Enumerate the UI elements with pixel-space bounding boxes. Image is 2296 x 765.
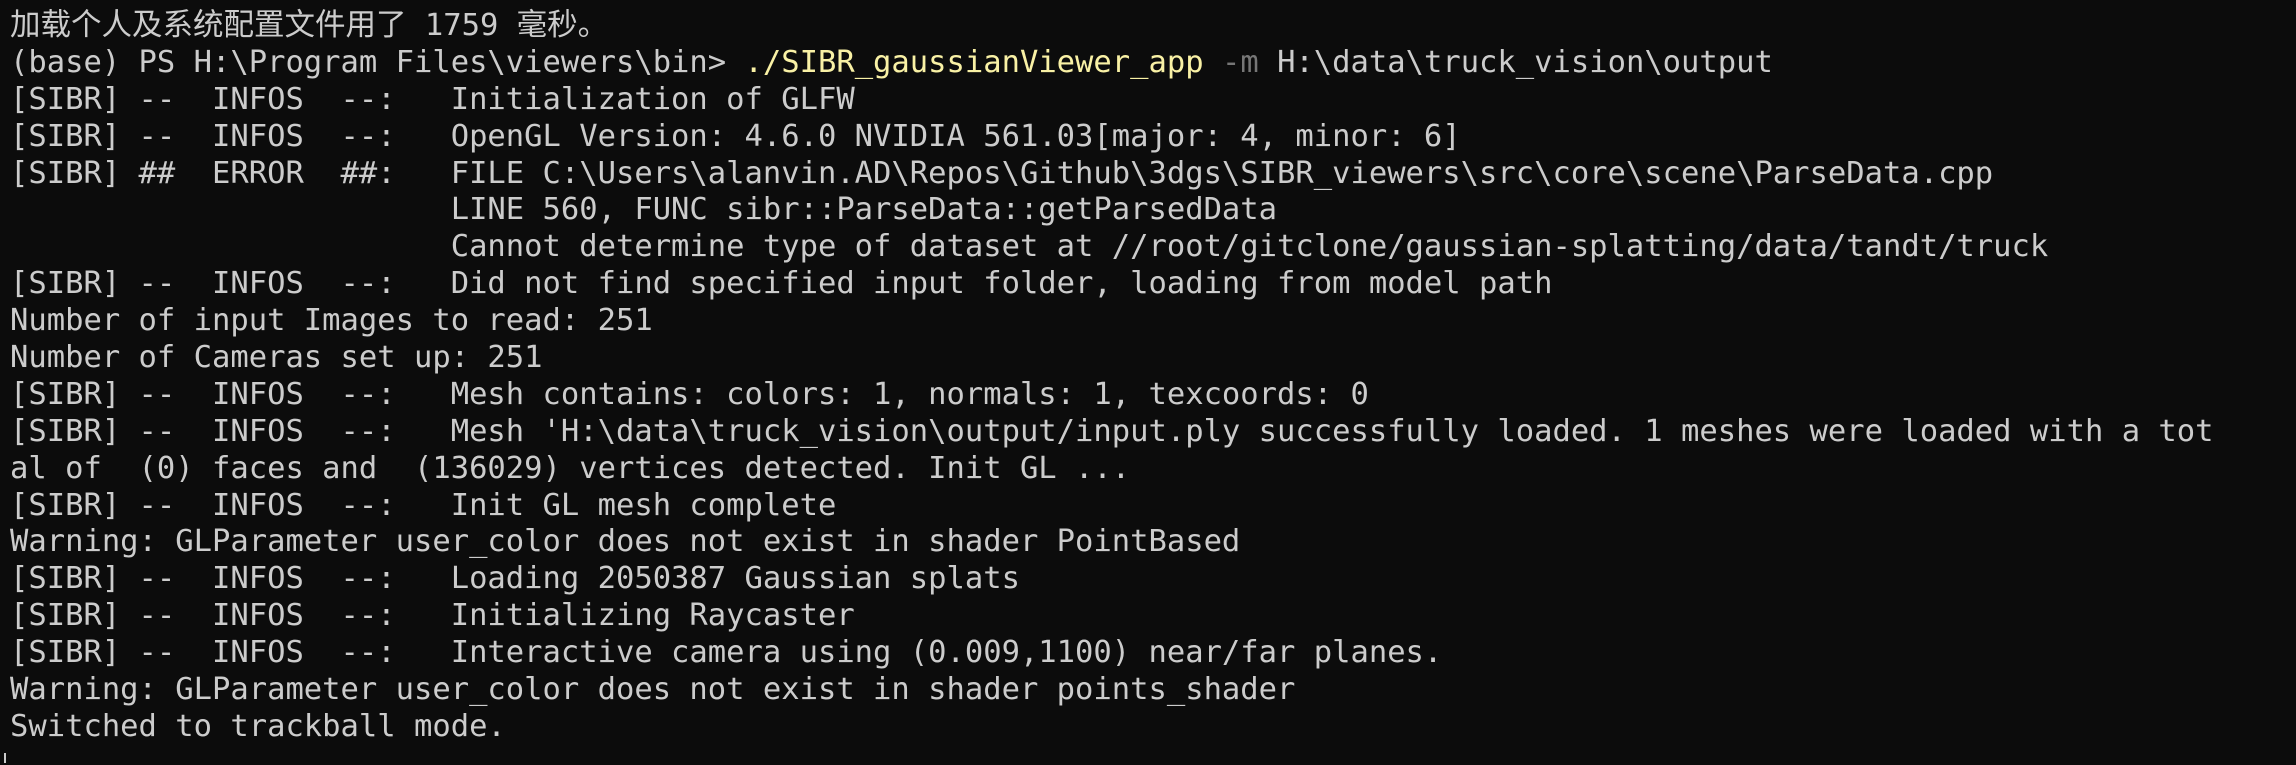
terminal-line: [SIBR] -- INFOS --: Mesh contains: color… <box>10 376 1369 412</box>
terminal-line: Number of input Images to read: 251 <box>10 303 653 339</box>
command-flag: -m <box>1221 44 1259 80</box>
command-argument: H:\data\truck_vision\output <box>1258 44 1773 80</box>
error-line: Cannot determine type of dataset at //ro… <box>10 229 2049 265</box>
terminal-line: [SIBR] -- INFOS --: OpenGL Version: 4.6.… <box>10 118 1461 154</box>
terminal-line: [SIBR] -- INFOS --: Mesh 'H:\data\truck_… <box>10 413 2214 449</box>
terminal-line: [SIBR] -- INFOS --: Init GL mesh complet… <box>10 487 837 523</box>
warning-line: Warning: GLParameter user_color does not… <box>10 672 1296 708</box>
terminal-line: 加载个人及系统配置文件用了 1759 毫秒。 <box>10 8 609 43</box>
terminal-window[interactable]: 加载个人及系统配置文件用了 1759 毫秒。 (base) PS H:\Prog… <box>0 0 2296 765</box>
terminal-line: Switched to trackball mode. <box>10 708 506 744</box>
terminal-line: [SIBR] -- INFOS --: Initialization of GL… <box>10 81 855 117</box>
text-cursor <box>4 753 6 763</box>
terminal-line: [SIBR] -- INFOS --: Interactive camera u… <box>10 635 1443 671</box>
prompt-prefix: (base) PS H:\Program Files\viewers\bin> <box>10 44 745 80</box>
error-line: LINE 560, FUNC sibr::ParseData::getParse… <box>10 192 1278 228</box>
terminal-line: al of (0) faces and (136029) vertices de… <box>10 450 1131 486</box>
terminal-line: [SIBR] -- INFOS --: Did not find specifi… <box>10 266 1553 302</box>
terminal-line: Number of Cameras set up: 251 <box>10 340 543 376</box>
error-line: [SIBR] ## ERROR ##: FILE C:\Users\alanvi… <box>10 155 1994 191</box>
terminal-line: [SIBR] -- INFOS --: Loading 2050387 Gaus… <box>10 561 1020 597</box>
command-executable: ./SIBR_gaussianViewer_app <box>744 44 1204 80</box>
command-prompt-line: (base) PS H:\Program Files\viewers\bin> … <box>10 45 2296 82</box>
warning-line: Warning: GLParameter user_color does not… <box>10 524 1241 560</box>
terminal-line: [SIBR] -- INFOS --: Initializing Raycast… <box>10 598 855 634</box>
